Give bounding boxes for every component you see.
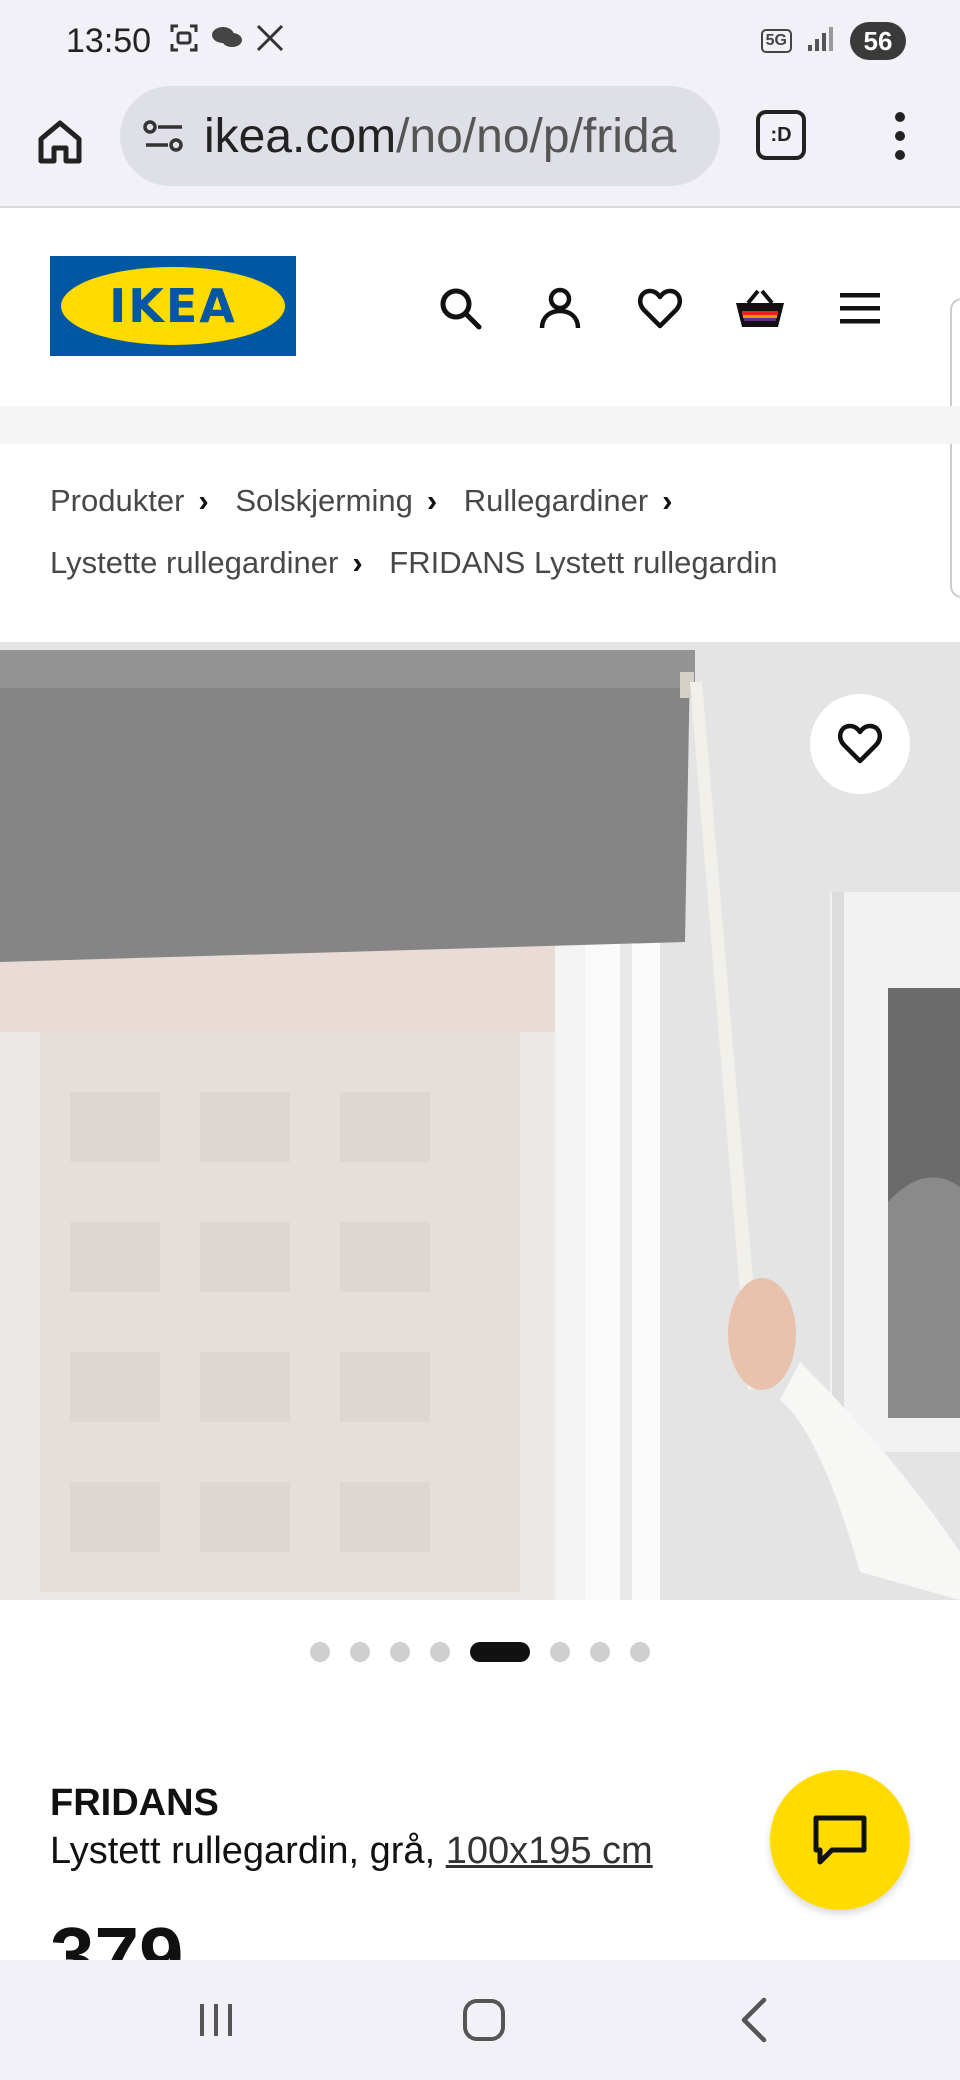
home-icon (38, 120, 82, 164)
url-host: ikea.com (204, 109, 397, 163)
carousel-dot[interactable] (430, 1642, 450, 1662)
product-description: Lystett rullegardin, grå, 100x195 cm (50, 1830, 653, 1873)
back-chevron-icon (741, 1997, 767, 2043)
breadcrumb-item-rullegardiner[interactable]: Rullegardiner (464, 470, 648, 532)
search-icon[interactable] (430, 278, 490, 338)
system-indicators: 5G 56 (760, 22, 906, 60)
recent-apps-icon (200, 2004, 232, 2036)
chat-bubbles-icon (210, 23, 244, 58)
carousel-dot[interactable] (550, 1642, 570, 1662)
screenshot-icon (168, 22, 200, 59)
network-type-badge: 5G (760, 29, 792, 53)
site-settings-icon[interactable] (140, 112, 188, 160)
carousel-dot[interactable] (590, 1642, 610, 1662)
carousel-dot[interactable] (310, 1642, 330, 1662)
breadcrumb: Produkter › Solskjerming › Rullegardiner › … (50, 470, 930, 594)
recent-apps-button[interactable] (176, 1990, 256, 2050)
address-bar[interactable]: ikea.com/no/no/p/frida (120, 86, 720, 186)
notification-icons (168, 22, 286, 59)
chevron-right-icon: › (198, 483, 209, 518)
breadcrumb-item-produkter[interactable]: Produkter (50, 470, 184, 532)
carousel-dot-active[interactable] (470, 1642, 530, 1662)
chevron-right-icon: › (426, 483, 438, 518)
carousel-dot[interactable] (390, 1642, 410, 1662)
chat-icon (813, 1815, 867, 1865)
browser-toolbar: ikea.com/no/no/p/frida :D (0, 84, 960, 208)
product-size-link[interactable]: 100x195 cm (446, 1830, 653, 1872)
carousel-dot[interactable] (630, 1642, 650, 1662)
logo-text: IKEA (109, 279, 237, 333)
divider-band (0, 406, 960, 444)
x-logo-icon (254, 22, 286, 59)
site-header: IKEA (0, 210, 960, 406)
chevron-right-icon: › (662, 483, 673, 518)
home-nav-button[interactable] (444, 1990, 524, 2050)
carousel-dot[interactable] (350, 1642, 370, 1662)
breadcrumb-item-solskjerming[interactable]: Solskjerming (235, 470, 412, 532)
product-type: Lystett rullegardin, grå, (50, 1830, 436, 1872)
battery-indicator: 56 (850, 22, 906, 60)
status-time: 13:50 (66, 22, 152, 60)
system-navigation-bar (0, 1960, 960, 2080)
heart-icon (837, 723, 883, 764)
breadcrumb-item-current[interactable]: FRIDANS Lystett rullegardin (389, 532, 777, 594)
ikea-logo[interactable]: IKEA (50, 256, 296, 356)
back-button[interactable] (714, 1990, 794, 2050)
signal-icon (806, 25, 836, 58)
product-name: FRIDANS (50, 1782, 219, 1824)
status-bar: 13:50 5G 56 (0, 0, 960, 84)
roller-blind-photo (0, 642, 960, 1600)
account-icon[interactable] (530, 278, 590, 338)
add-to-favorites-button[interactable] (810, 694, 910, 794)
tab-switcher-button[interactable]: :D (756, 110, 806, 160)
chat-button[interactable] (770, 1770, 910, 1910)
product-image[interactable] (0, 642, 960, 1600)
basket-icon[interactable] (730, 278, 790, 338)
home-button[interactable] (28, 110, 92, 174)
url-path: /no/no/p/frida (396, 109, 677, 163)
url-text: ikea.com/no/no/p/frida (204, 109, 676, 164)
header-actions (430, 278, 890, 338)
side-feedback-tab[interactable] (950, 298, 960, 598)
chevron-right-icon: › (352, 545, 363, 580)
hamburger-menu-icon[interactable] (830, 278, 890, 338)
heart-icon[interactable] (630, 278, 690, 338)
breadcrumb-item-lystette-rullegardiner[interactable]: Lystette rullegardiner (50, 532, 338, 594)
home-circle-icon (463, 1999, 505, 2041)
image-carousel-indicator (0, 1640, 960, 1664)
browser-menu-button[interactable] (880, 104, 920, 168)
